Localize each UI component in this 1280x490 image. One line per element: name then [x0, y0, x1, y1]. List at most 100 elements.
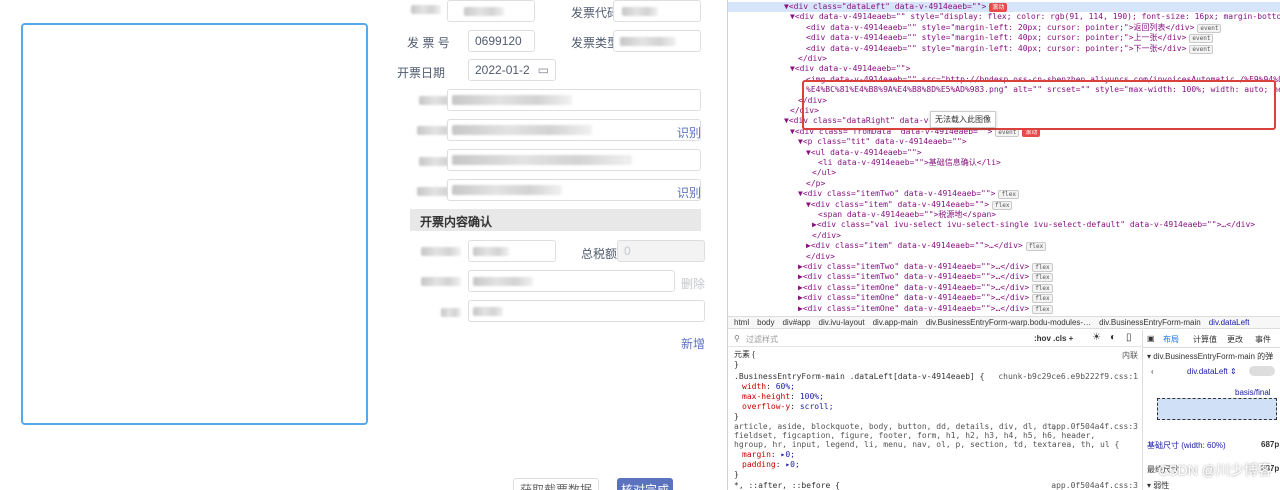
rule2-prop-padding[interactable]: padding: ▸0; — [742, 460, 800, 470]
dom-badge[interactable]: event — [1189, 34, 1214, 44]
field-label-total-tax: 总税额 — [581, 247, 618, 261]
tab-changes[interactable]: 更改 — [1227, 334, 1243, 345]
buyer-name-input[interactable] — [447, 89, 701, 111]
dom-node-line[interactable]: <div data-v-4914eaeb="" style="margin-le… — [750, 44, 1280, 54]
rule3-selector: *, ::after, ::before { — [734, 481, 840, 490]
dom-node-line[interactable]: ▶<div class="item" data-v-4914eaeb="">…<… — [750, 241, 1280, 252]
add-item-link[interactable]: 新增 — [681, 335, 705, 352]
dom-node-line[interactable]: </div> — [756, 231, 1280, 241]
breadcrumb-item[interactable]: div#app — [782, 318, 810, 327]
element-style-label: 元素 { — [734, 350, 755, 359]
identify-seller-link[interactable]: 识别 — [677, 184, 701, 201]
dom-node-line[interactable]: ▼<div class="item" data-v-4914eaeb=""> fl… — [750, 200, 1280, 210]
panel-icon[interactable]: ▣ — [1147, 334, 1155, 343]
flex-box-diagram — [1157, 398, 1277, 420]
fetch-invoice-data-button[interactable]: 获取截票数据 — [513, 478, 599, 490]
tab-layout[interactable]: 布局 — [1163, 334, 1179, 345]
rule1-close: } — [734, 412, 739, 421]
styles-pane: 元素 { 内联 } .BusinessEntryForm-main .dataL… — [728, 330, 1142, 490]
invoice-number-input[interactable]: 0699120 — [468, 30, 535, 52]
seller-name-input[interactable] — [447, 149, 701, 171]
dom-node-line[interactable]: </ul> — [756, 168, 1280, 178]
dom-node-line[interactable]: ▼<ul data-v-4914eaeb=""> — [750, 148, 1280, 158]
total-tax-input: 0 — [617, 240, 705, 262]
dom-badge[interactable]: flex — [1025, 242, 1047, 252]
dom-badge[interactable]: event — [1197, 23, 1222, 33]
delete-item-link[interactable]: 删除 — [681, 275, 705, 292]
dom-node-line[interactable]: ▼<div class="itemTwo" data-v-4914eaeb=""… — [742, 189, 1280, 200]
layout-title: ▾ div.BusinessEntryForm-main 的弹 — [1147, 352, 1274, 361]
rule1-selector: .BusinessEntryForm-main .dataLeft[data-v… — [734, 372, 985, 381]
breadcrumb-item[interactable]: html — [734, 318, 749, 327]
dom-node-line[interactable]: ▼<div class="dataLeft" data-v-4914eaeb="… — [728, 2, 1280, 12]
dom-badge[interactable]: flex — [1032, 273, 1053, 283]
element-style-close: } — [734, 360, 739, 369]
field-label-invoice-number: 发 票 号 — [407, 36, 450, 50]
tab-computed[interactable]: 计算值 — [1193, 334, 1217, 345]
dom-badge[interactable]: flex — [1032, 294, 1053, 304]
item-detail-input[interactable] — [468, 300, 705, 322]
field-label-amount — [421, 245, 461, 259]
dom-node-line[interactable]: </div> — [750, 252, 1280, 262]
section-title: 开票内容确认 — [420, 215, 493, 229]
dom-badge[interactable]: flex — [998, 190, 1019, 200]
breadcrumb-item[interactable]: div.ivu-layout — [819, 318, 865, 327]
inline-label: 内联 — [1122, 351, 1138, 360]
buyer-tax-id-input[interactable] — [447, 119, 701, 141]
amount-input[interactable] — [468, 240, 556, 262]
tax-source-select[interactable] — [447, 0, 535, 22]
dom-node-line[interactable]: ▼<p class="tit" data-v-4914eaeb=""> — [742, 137, 1280, 147]
dom-node-line[interactable]: </div> — [742, 54, 1280, 64]
dom-node-line[interactable]: <div data-v-4914eaeb="" style="margin-le… — [750, 33, 1280, 44]
dom-node-line[interactable]: ▶<div class="val ivu-select ivu-select-s… — [756, 220, 1280, 230]
item-name-input[interactable] — [468, 270, 675, 292]
dom-node-line[interactable]: ▼<div data-v-4914eaeb="" style="display:… — [734, 12, 1280, 22]
dom-badge[interactable]: 滚动 — [989, 3, 1008, 12]
field-label-item-2 — [441, 306, 461, 320]
calendar-icon[interactable]: ▭ — [538, 63, 549, 77]
layout-toggle[interactable] — [1249, 366, 1275, 376]
highlight-box — [802, 80, 1276, 130]
tab-events[interactable]: 事件 — [1255, 334, 1271, 345]
breadcrumb-item[interactable]: div.BusinessEntryForm-warp.bodu-modules-… — [926, 318, 1091, 327]
rule1-prop-overflow-y[interactable]: overflow-y: scroll; — [742, 402, 834, 412]
invoice-type-input[interactable] — [613, 30, 701, 52]
identify-buyer-link[interactable]: 识别 — [677, 124, 701, 141]
rule2-prop-margin[interactable]: margin: ▸0; — [742, 450, 795, 460]
breadcrumb-item[interactable]: body — [757, 318, 774, 327]
breadcrumb-item[interactable]: div.app-main — [873, 318, 918, 327]
breadcrumb-item[interactable]: div.BusinessEntryForm-main — [1099, 318, 1201, 327]
dom-node-line[interactable]: </p> — [750, 179, 1280, 189]
dom-node-line[interactable]: ▶<div class="itemOne" data-v-4914eaeb=""… — [742, 283, 1280, 293]
rule1-source-link[interactable]: chunk-b9c29ce6.e9b222f9.css:1 — [998, 372, 1138, 381]
dom-node-line[interactable]: <span data-v-4914eaeb="">税源地</span> — [762, 210, 1280, 220]
layout-element-select[interactable]: div.dataLeft ⇕ — [1187, 367, 1237, 376]
dom-badge[interactable]: event — [1189, 44, 1214, 54]
base-size-value: 687p — [1261, 440, 1280, 449]
seller-tax-id-input[interactable] — [447, 179, 701, 201]
dom-node-line[interactable]: ▶<div class="itemTwo" data-v-4914eaeb=""… — [742, 272, 1280, 283]
dom-badge[interactable]: flex — [1032, 283, 1053, 293]
watermark: CSDN @川少博客 — [1158, 462, 1272, 478]
invoice-code-input[interactable] — [613, 0, 701, 22]
dom-node-line[interactable]: ▼<div data-v-4914eaeb=""> — [734, 64, 1280, 74]
dom-badge[interactable]: flex — [1032, 263, 1053, 272]
rule2-source-link[interactable]: app.0f504a4f.css:3 — [1051, 422, 1138, 431]
dom-badge[interactable]: flex — [992, 200, 1013, 210]
breadcrumb: html body div#app div.ivu-layout div.app-mai… — [728, 316, 1280, 329]
rule1-prop-max-height[interactable]: max-height: 100%; — [742, 392, 824, 402]
dom-node-line[interactable]: ▶<div class="itemOne" data-v-4914eaeb=""… — [742, 293, 1280, 304]
dom-node-line[interactable]: ▶<div class="itemOne" data-v-4914eaeb=""… — [742, 304, 1280, 314]
breadcrumb-item[interactable]: div.dataLeft — [1209, 318, 1250, 327]
dom-badge[interactable]: flex — [1032, 304, 1053, 314]
dom-node-line[interactable]: <div data-v-4914eaeb="" style="margin-le… — [750, 23, 1280, 33]
rule1-prop-width[interactable]: width: 60%; — [742, 382, 795, 392]
rule3-source-link[interactable]: app.0f504a4f.css:3 — [1051, 481, 1138, 490]
invoice-date-input[interactable]: 2022-01-2 ▭ — [468, 59, 556, 81]
verify-complete-button[interactable]: 核对完成 — [617, 478, 673, 490]
back-icon[interactable]: ‹ — [1151, 367, 1154, 376]
dom-node-line[interactable]: <li data-v-4914eaeb="">基础信息确认</li> — [762, 158, 1280, 168]
invoice-date-value: 2022-01-2 — [475, 63, 530, 77]
layout-tail: ▾ 弱性 — [1147, 481, 1170, 490]
dom-node-line[interactable]: ▶<div class="itemTwo" data-v-4914eaeb=""… — [742, 262, 1280, 272]
